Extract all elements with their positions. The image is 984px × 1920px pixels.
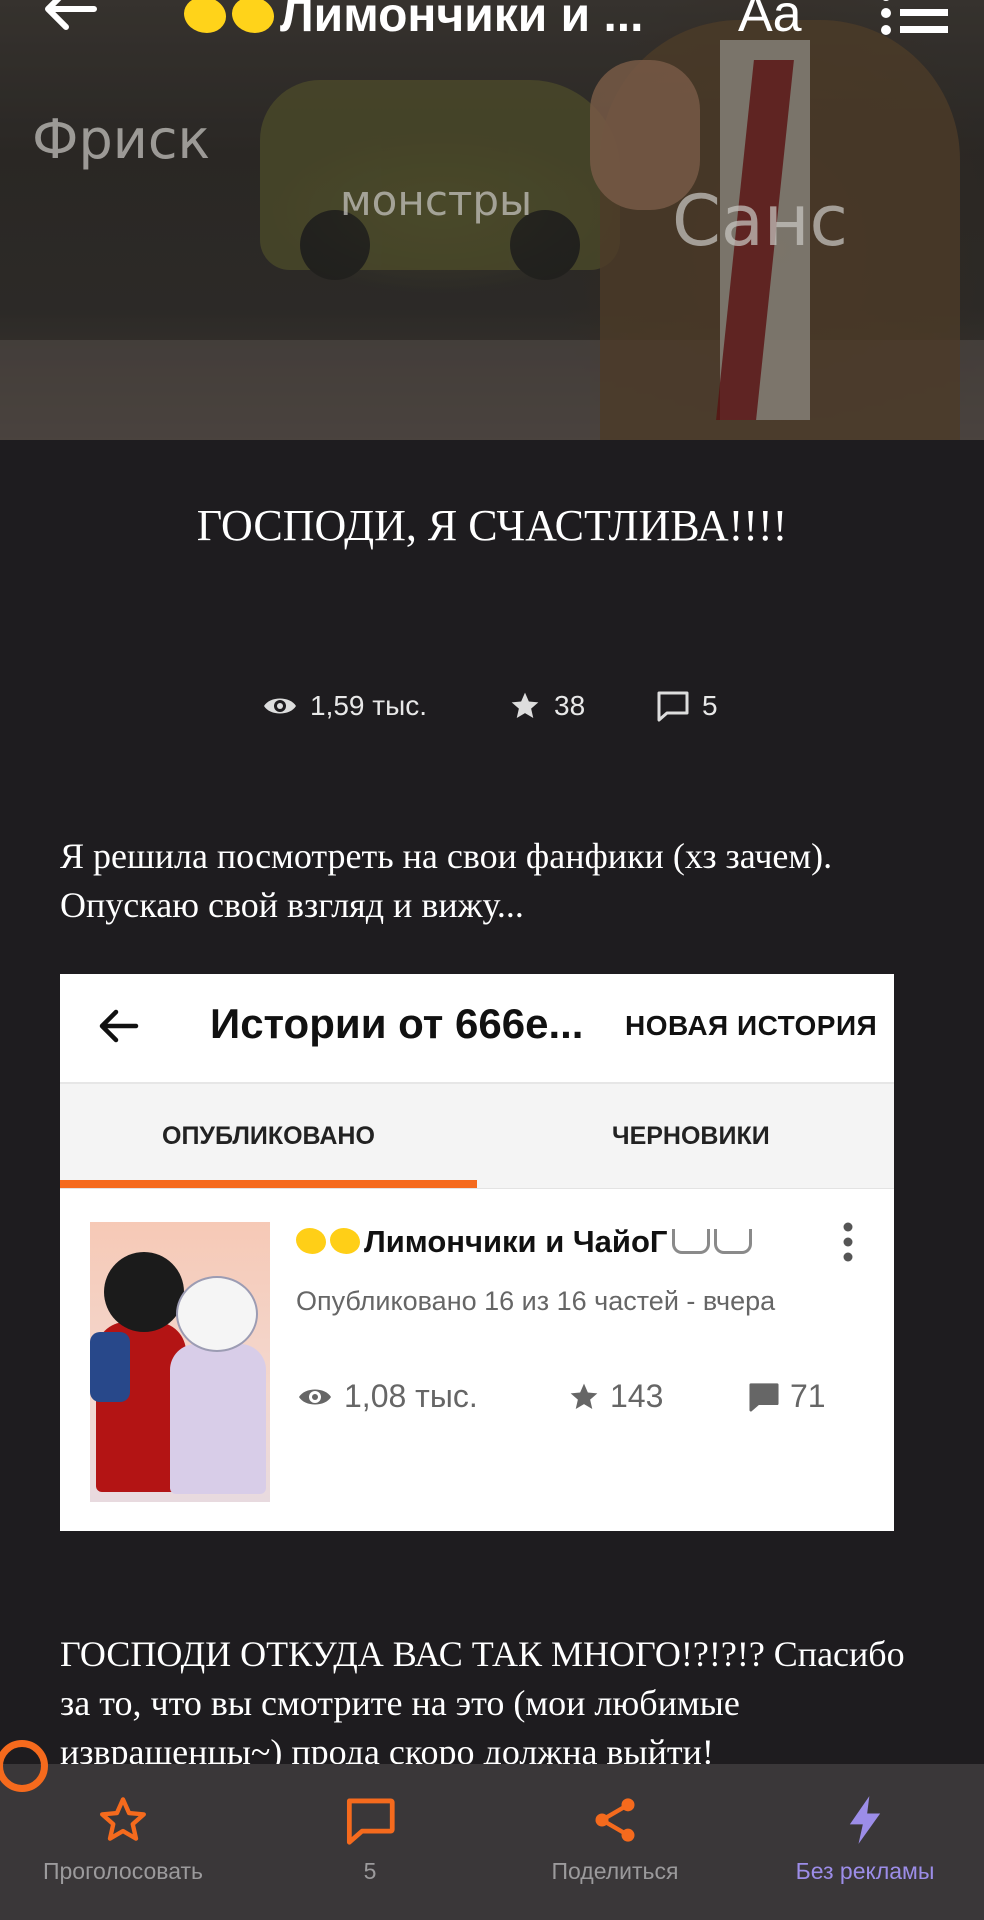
embedded-screenshot: Истории от 666e... НОВАЯ ИСТОРИЯ ОПУБЛИК… — [60, 974, 894, 1531]
embedded-tabs: ОПУБЛИКОВАНО ЧЕРНОВИКИ — [60, 1084, 894, 1189]
font-size-button[interactable]: Aa — [738, 0, 802, 44]
share-button[interactable]: Поделиться — [525, 1794, 705, 1885]
star-icon — [570, 1383, 598, 1409]
story-cover-image — [90, 1222, 270, 1502]
post-stats: 1,59 тыс. 38 5 — [0, 690, 984, 730]
tea-cup-icon — [671, 1229, 710, 1254]
story-name: Лимончики и ЧайоГ — [296, 1224, 752, 1260]
embedded-header: Истории от 666e... НОВАЯ ИСТОРИЯ — [60, 974, 894, 1084]
lemon-icon — [296, 1228, 326, 1254]
embedded-title: Истории от 666e... — [210, 1000, 584, 1047]
bottom-action-bar: Проголосовать 5 Поделиться Без рекламы — [0, 1764, 984, 1920]
story-title: Лимончики и ... — [184, 0, 643, 43]
active-tab-indicator — [60, 1180, 477, 1188]
tea-cup-icon — [713, 1229, 752, 1254]
overlay-label-monsters: монстры — [340, 176, 533, 225]
stars-stat: 38 — [508, 690, 585, 722]
post-title: ГОСПОДИ, Я СЧАСТЛИВА!!!! — [196, 501, 788, 550]
comments-button[interactable]: 5 — [300, 1794, 440, 1885]
back-arrow-icon[interactable] — [42, 0, 98, 32]
table-of-contents-icon[interactable] — [878, 0, 950, 38]
star-icon — [511, 692, 539, 718]
post-paragraph: ГОСПОДИ ОТКУДА ВАС ТАК МНОГО!?!?!? Спаси… — [60, 1634, 905, 1772]
new-story-label: НОВАЯ ИСТОРИЯ — [625, 1010, 878, 1041]
share-icon — [595, 1798, 635, 1842]
eye-icon — [264, 698, 296, 714]
comment-outline-icon — [346, 1798, 395, 1845]
top-bar: Лимончики и ... Aa — [0, 0, 984, 48]
post-paragraph: Я решила посмотреть на свои фанфики (хз … — [60, 836, 833, 925]
story-views: 1,08 тыс. — [296, 1378, 478, 1415]
lightning-icon — [849, 1796, 881, 1844]
more-options-icon — [843, 1222, 853, 1262]
vote-button[interactable]: Проголосовать — [20, 1794, 226, 1885]
star-outline-icon — [100, 1797, 146, 1841]
views-stat: 1,59 тыс. — [262, 690, 427, 722]
overlay-label-frisk: Фриск — [32, 108, 211, 171]
eye-icon — [299, 1389, 331, 1404]
lemon-icon — [232, 0, 274, 33]
story-publish-meta: Опубликовано 16 из 16 частей - вчера — [296, 1286, 776, 1316]
hero-car — [260, 80, 620, 280]
story-stars: 143 — [568, 1378, 663, 1415]
overlay-label-sans: Санс — [672, 180, 849, 262]
tab-drafts: ЧЕРНОВИКИ — [612, 1122, 770, 1150]
hero-ground — [0, 340, 984, 440]
back-arrow-icon — [99, 1009, 139, 1043]
comments-stat: 5 — [656, 690, 718, 722]
no-ads-button[interactable]: Без рекламы — [770, 1794, 960, 1885]
lemon-icon — [330, 1228, 360, 1254]
comment-icon — [657, 691, 689, 722]
comment-icon — [749, 1382, 779, 1412]
tab-published: ОПУБЛИКОВАНО — [162, 1122, 375, 1150]
lemon-icon — [184, 0, 226, 33]
story-comments: 71 — [748, 1378, 826, 1415]
